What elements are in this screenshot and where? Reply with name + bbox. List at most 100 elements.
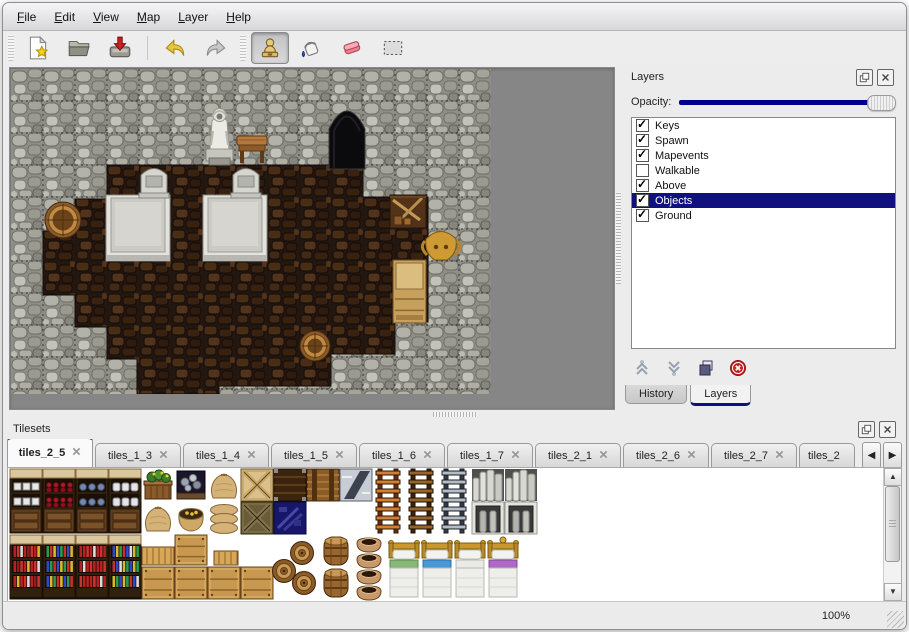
- tileset-tile-crate-navy[interactable]: [274, 502, 306, 534]
- tileset-tile-crate-x-dark[interactable]: [241, 502, 273, 534]
- dock-tab-history[interactable]: History: [625, 385, 687, 404]
- vertical-splitter-handle[interactable]: [616, 192, 621, 284]
- delete-button[interactable]: [727, 357, 749, 379]
- menu-item-edit[interactable]: Edit: [46, 7, 83, 27]
- layer-row-ground[interactable]: Ground: [632, 208, 895, 223]
- layer-row-above[interactable]: Above: [632, 178, 895, 193]
- tileset-tile-barrel[interactable]: [324, 537, 348, 565]
- duplicate-button[interactable]: [695, 357, 717, 379]
- menu-item-layer[interactable]: Layer: [170, 7, 216, 27]
- tileset-tile-crate-lid[interactable]: [142, 547, 174, 565]
- tileset-tab-tiles_1_7[interactable]: tiles_1_7: [447, 443, 533, 467]
- tileset-tab-tiles_2_6[interactable]: tiles_2_6: [623, 443, 709, 467]
- tileset-tile-barrel[interactable]: [324, 569, 348, 597]
- close-panel-icon[interactable]: [877, 69, 894, 86]
- palette-scrollbar[interactable]: ▲ ▼: [883, 468, 901, 601]
- close-tab-icon[interactable]: [599, 450, 608, 459]
- tileset-tile-metal[interactable]: [340, 469, 372, 501]
- tileset-tile-crate-bands[interactable]: [307, 469, 339, 501]
- close-tab-icon[interactable]: [159, 450, 168, 459]
- menu-item-help[interactable]: Help: [218, 7, 259, 27]
- tileset-tile-shelf-books[interactable]: [10, 535, 42, 599]
- tileset-tab-tiles_2_7[interactable]: tiles_2_7: [711, 443, 797, 467]
- tileset-palette[interactable]: ▲ ▼: [7, 467, 902, 602]
- stamp-button[interactable]: [251, 32, 289, 64]
- tileset-tile-shelf[interactable]: [109, 469, 141, 533]
- tileset-tile-bed[interactable]: [455, 541, 486, 598]
- map-object-crate-broken[interactable]: [390, 195, 426, 228]
- map-object-arch[interactable]: [329, 111, 365, 169]
- close-tab-icon[interactable]: [511, 450, 520, 459]
- map-object-crate-tall[interactable]: [393, 260, 426, 323]
- scroll-down-icon[interactable]: ▼: [884, 583, 902, 601]
- close-tab-icon[interactable]: [72, 447, 81, 456]
- tileset-tab-tiles_2_5[interactable]: tiles_2_5: [7, 439, 93, 467]
- layer-visibility-checkbox[interactable]: [636, 179, 649, 192]
- select-button[interactable]: [374, 32, 412, 64]
- tileset-tab-tiles_1_3[interactable]: tiles_1_3: [95, 443, 181, 467]
- redo-button[interactable]: [197, 32, 235, 64]
- tileset-tile-shelf[interactable]: [76, 469, 108, 533]
- map-object-gravestone[interactable]: [231, 169, 261, 199]
- tileset-tile-crate-dark[interactable]: [274, 469, 306, 501]
- tileset-tab-tiles_1_4[interactable]: tiles_1_4: [183, 443, 269, 467]
- vertical-splitter[interactable]: [614, 67, 623, 408]
- tileset-tile-crate[interactable]: [175, 567, 207, 599]
- tileset-tile-crate[interactable]: [208, 567, 240, 599]
- horizontal-splitter-handle[interactable]: [433, 412, 477, 417]
- layer-row-keys[interactable]: Keys: [632, 118, 895, 133]
- scrollbar-thumb[interactable]: [885, 486, 900, 562]
- close-panel-icon[interactable]: [879, 421, 896, 438]
- close-tab-icon[interactable]: [423, 450, 432, 459]
- tileset-tile-shelf[interactable]: [43, 469, 75, 533]
- tileset-tab-tiles_1_6[interactable]: tiles_1_6: [359, 443, 445, 467]
- layer-visibility-checkbox[interactable]: [636, 209, 649, 222]
- close-tab-icon[interactable]: [687, 450, 696, 459]
- move-down-button[interactable]: [663, 357, 685, 379]
- layer-row-walkable[interactable]: Walkable: [632, 163, 895, 178]
- menu-item-file[interactable]: File: [9, 7, 44, 27]
- close-tab-icon[interactable]: [775, 450, 784, 459]
- tileset-tile-shelf[interactable]: [10, 469, 42, 533]
- float-panel-icon[interactable]: [858, 421, 875, 438]
- tileset-tile-shelf-books[interactable]: [76, 535, 108, 599]
- opacity-slider-handle[interactable]: [867, 95, 896, 111]
- float-panel-icon[interactable]: [856, 69, 873, 86]
- tileset-tab-tiles_2_1[interactable]: tiles_2_1: [535, 443, 621, 467]
- undo-button[interactable]: [156, 32, 194, 64]
- tileset-tile-crate-lid[interactable]: [214, 551, 238, 565]
- map-object-platform[interactable]: [203, 195, 267, 261]
- tileset-tile-crate-x[interactable]: [241, 469, 273, 501]
- close-tab-icon[interactable]: [247, 450, 256, 459]
- layer-visibility-checkbox[interactable]: [636, 194, 649, 207]
- map-canvas[interactable]: [11, 69, 491, 394]
- tabs-scroll-right-button[interactable]: ▶: [883, 442, 902, 469]
- tileset-tile-door-stone[interactable]: [472, 502, 504, 534]
- tileset-tile-crate[interactable]: [142, 567, 174, 599]
- tileset-tile-plantbox[interactable]: [144, 470, 172, 499]
- tileset-tile-crate[interactable]: [241, 567, 273, 599]
- scroll-up-icon[interactable]: ▲: [884, 468, 902, 486]
- tileset-tile-arch-top[interactable]: [472, 469, 504, 501]
- new-button[interactable]: [19, 32, 57, 64]
- tileset-tile-bed[interactable]: [488, 537, 519, 597]
- move-up-button[interactable]: [631, 357, 653, 379]
- tileset-tab-tiles_1_5[interactable]: tiles_1_5: [271, 443, 357, 467]
- open-button[interactable]: [60, 32, 98, 64]
- toolbar-drag-handle[interactable]: [8, 35, 14, 61]
- resize-grip-icon[interactable]: [887, 611, 904, 628]
- tileset-tile-door-stone[interactable]: [505, 502, 537, 534]
- horizontal-splitter[interactable]: [3, 409, 906, 419]
- map-object-platform[interactable]: [106, 195, 170, 261]
- map-object-basket[interactable]: [300, 331, 330, 361]
- toolbar-drag-handle-2[interactable]: [240, 35, 246, 61]
- close-tab-icon[interactable]: [335, 450, 344, 459]
- save-button[interactable]: [101, 32, 139, 64]
- dock-tab-layers[interactable]: Layers: [690, 385, 751, 406]
- tabs-scroll-left-button[interactable]: ◀: [862, 442, 881, 469]
- tileset-tile-sack-pile[interactable]: [211, 505, 238, 534]
- tileset-tile-bed[interactable]: [389, 541, 420, 598]
- tileset-tile-shelf-books[interactable]: [109, 535, 141, 599]
- layer-row-spawn[interactable]: Spawn: [632, 133, 895, 148]
- tileset-tile-shelf-books[interactable]: [43, 535, 75, 599]
